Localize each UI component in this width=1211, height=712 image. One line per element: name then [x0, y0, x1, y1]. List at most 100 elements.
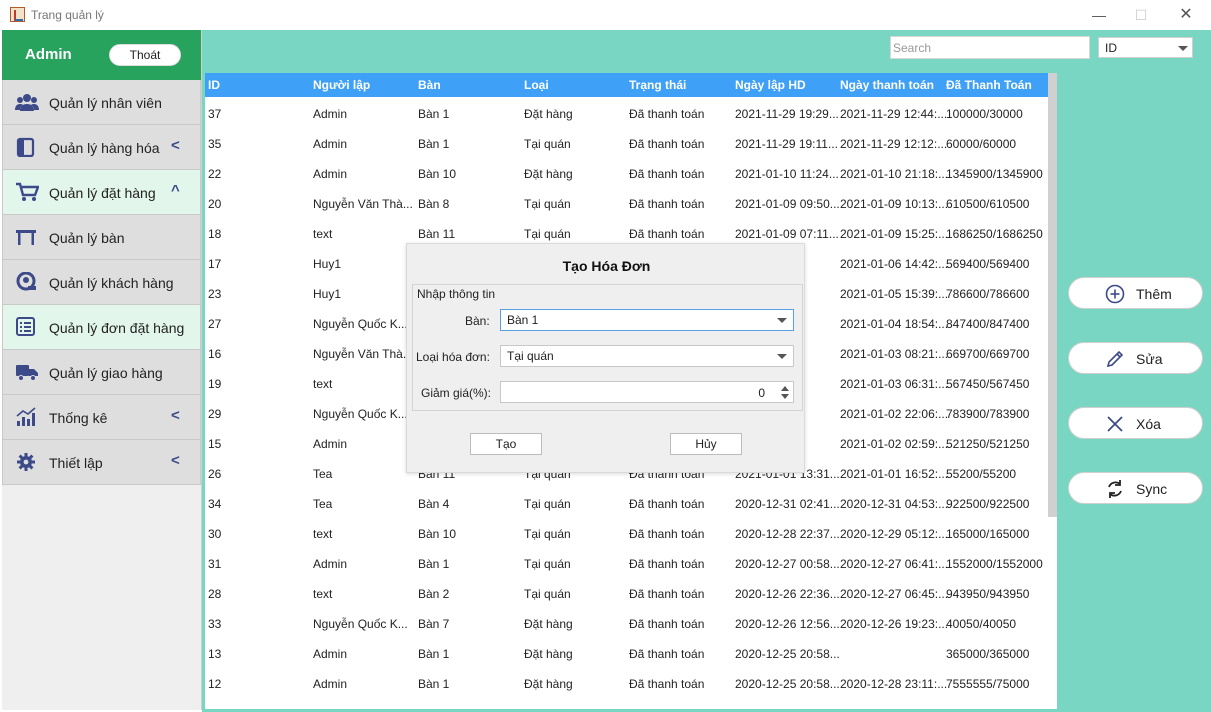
table-cell: 1552000/1552000 — [946, 557, 1043, 571]
sync-button[interactable]: Sync — [1068, 472, 1203, 504]
spinner-down-icon[interactable] — [781, 394, 789, 399]
table-row[interactable]: 33 Nguyễn Quốc K... Bàn 7 Đặt hàng Đã thanh … — [205, 608, 1048, 638]
user-name: Admin — [25, 46, 72, 63]
column-header[interactable]: Ngày thanh toán — [840, 78, 934, 92]
table-cell: 33 — [208, 617, 222, 631]
table-cell: Đã thanh toán — [629, 647, 705, 661]
delete-button-label: Xóa — [1136, 416, 1161, 432]
sidebar-item-delivery[interactable]: Quản lý giao hàng — [2, 350, 201, 395]
minimize-button[interactable]: — — [1086, 4, 1112, 26]
table-cell: 100000/30000 — [946, 107, 1023, 121]
table-cell: Tại quán — [524, 227, 571, 241]
column-header[interactable]: ID — [208, 78, 220, 92]
table-cell: 2020-12-26 12:56... — [735, 617, 840, 631]
table-cell: 922500/922500 — [946, 497, 1030, 511]
table-cell: Đã thanh toán — [629, 677, 705, 691]
table-cell: Đã thanh toán — [629, 167, 705, 181]
table-cell: 2021-01-01 16:52:... — [840, 467, 949, 481]
table-cell: 18 — [208, 227, 222, 241]
invoice-type-combobox[interactable]: Tại quán — [500, 345, 794, 367]
table-cell: text — [313, 227, 333, 241]
column-header[interactable]: Ngày lập HD — [735, 78, 806, 92]
table-cell: 55200/55200 — [946, 467, 1017, 481]
maximize-button[interactable]: ☐ — [1128, 4, 1154, 26]
column-header[interactable]: Người lập — [313, 78, 370, 92]
spinner-up-icon[interactable] — [781, 386, 789, 391]
table-cell: Tại quán — [524, 527, 571, 541]
invoice-type-value: Tại quán — [507, 349, 554, 363]
edit-button[interactable]: Sửa — [1068, 342, 1203, 374]
table-cell: Đã thanh toán — [629, 107, 705, 121]
table-cell: 2020-12-25 20:58... — [735, 647, 840, 661]
logout-button[interactable]: Thoát — [109, 44, 181, 66]
table-cell: text — [313, 587, 333, 601]
table-cell: Bàn 1 — [418, 107, 450, 121]
sidebar-item-customers[interactable]: Quản lý khách hàng — [2, 260, 201, 305]
table-row[interactable]: 37 Admin Bàn 1 Đặt hàng Đã thanh toán 2021-11… — [205, 98, 1048, 128]
table-cell: 2021-01-02 02:59:... — [840, 437, 949, 451]
table-row[interactable]: 30 text Bàn 10 Tại quán Đã thanh toán 2020-12… — [205, 518, 1048, 548]
table-label: Bàn: — [465, 314, 490, 328]
table-cell: text — [313, 377, 333, 391]
table-cell: Admin — [313, 137, 348, 151]
sidebar-item-label: Thiết lập — [49, 455, 103, 471]
plus-circle-icon — [1105, 284, 1125, 304]
table-cell: Admin — [313, 557, 348, 571]
column-header[interactable]: Đã Thanh Toán — [946, 78, 1032, 92]
table-combobox[interactable]: Bàn 1 — [500, 309, 794, 331]
table-cell: Bàn 1 — [418, 557, 450, 571]
sidebar-item-settings[interactable]: Thiết lập < — [2, 440, 201, 485]
table-cell: 31 — [208, 557, 222, 571]
column-header[interactable]: Bàn — [418, 78, 441, 92]
sidebar-item-products[interactable]: Quản lý hàng hóa < — [2, 125, 201, 170]
sidebar-item-statistics[interactable]: Thống kê < — [2, 395, 201, 440]
table-cell: 22 — [208, 167, 222, 181]
table-cell: 786600/786600 — [946, 287, 1030, 301]
add-button-label: Thêm — [1136, 286, 1172, 302]
table-cell: Bàn 1 — [418, 647, 450, 661]
column-header[interactable]: Loại — [524, 78, 549, 92]
cancel-button[interactable]: Hủy — [670, 433, 742, 455]
table-row[interactable]: 12 Admin Bàn 1 Đặt hàng Đã thanh toán 2020-12… — [205, 668, 1048, 698]
table-cell: 27 — [208, 317, 222, 331]
table-cell: 2021-01-10 21:18:... — [840, 167, 949, 181]
search-field-select[interactable]: ID — [1098, 37, 1193, 58]
table-cell: Admin — [313, 437, 348, 451]
table-cell: 669700/669700 — [946, 347, 1030, 361]
table-cell: 40050/40050 — [946, 617, 1017, 631]
table-row[interactable]: 35 Admin Bàn 1 Tại quán Đã thanh toán 2021-11… — [205, 128, 1048, 158]
table-row[interactable]: 13 Admin Bàn 1 Đặt hàng Đã thanh toán 2020-12… — [205, 638, 1048, 668]
add-button[interactable]: Thêm — [1068, 277, 1203, 309]
table-cell: 2020-12-28 23:11:... — [840, 677, 948, 691]
close-window-button[interactable]: ✕ — [1173, 4, 1199, 26]
table-cell: 2021-01-04 18:54:... — [840, 317, 949, 331]
column-header[interactable]: Trạng thái — [629, 78, 686, 92]
table-row[interactable]: 22 Admin Bàn 10 Đặt hàng Đã thanh toán 2021-0… — [205, 158, 1048, 188]
chevron-down-icon — [777, 318, 787, 323]
sidebar-item-orders[interactable]: Quản lý đặt hàng ^ — [2, 170, 201, 215]
sidebar-item-employees[interactable]: Quản lý nhân viên — [2, 80, 201, 125]
table-cell: 23 — [208, 287, 222, 301]
discount-spinner[interactable]: 0 — [500, 381, 794, 403]
table-row[interactable]: 34 Tea Bàn 4 Tại quán Đã thanh toán 2020-12-3… — [205, 488, 1048, 518]
table-row[interactable]: 28 text Bàn 2 Tại quán Đã thanh toán 2020-12-… — [205, 578, 1048, 608]
table-row[interactable]: 31 Admin Bàn 1 Tại quán Đã thanh toán 2020-12… — [205, 548, 1048, 578]
table-row[interactable]: 20 Nguyễn Văn Thà... Bàn 8 Tại quán Đã thanh… — [205, 188, 1048, 218]
table-cell: Bàn 4 — [418, 497, 450, 511]
gear-icon — [15, 452, 37, 472]
table-cell: Nguyễn Quốc K... — [313, 407, 408, 421]
create-button[interactable]: Tạo — [470, 433, 542, 455]
table-cell: 28 — [208, 587, 222, 601]
sidebar-item-order-list[interactable]: Quản lý đơn đặt hàng — [2, 305, 201, 350]
sidebar-item-label: Quản lý khách hàng — [49, 275, 174, 291]
delete-button[interactable]: Xóa — [1068, 407, 1203, 439]
search-input[interactable]: Search — [890, 36, 1090, 59]
sidebar-item-tables[interactable]: Quản lý bàn — [2, 215, 201, 260]
table-cell: 35 — [208, 137, 222, 151]
chevron-down-icon — [1178, 46, 1188, 51]
table-cell: 1345900/1345900 — [946, 167, 1043, 181]
table-cell: 29 — [208, 407, 222, 421]
chevron-down-icon — [777, 354, 787, 359]
vertical-scrollbar[interactable] — [1048, 73, 1057, 517]
table-cell: 2021-11-29 12:12:... — [840, 137, 948, 151]
